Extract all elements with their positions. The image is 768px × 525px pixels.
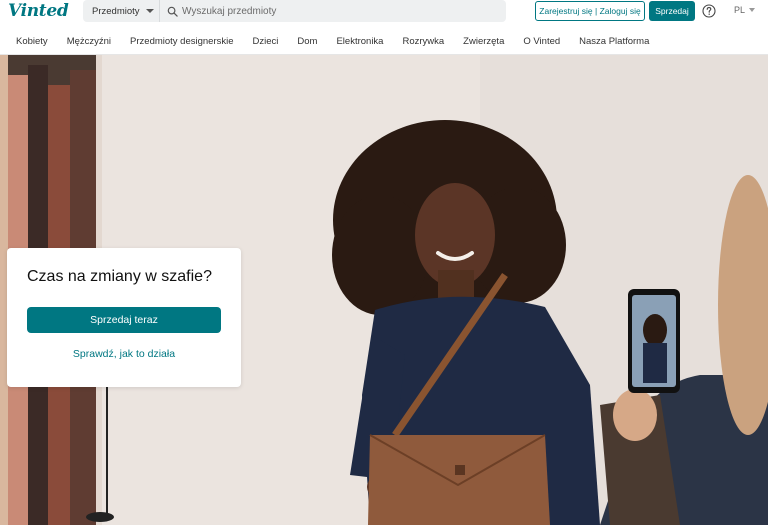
nav-items: Kobiety Mężczyźni Przedmioty designerski… [16, 27, 668, 55]
search-icon [167, 6, 178, 17]
how-it-works-link[interactable]: Sprawdź, jak to działa [27, 348, 221, 360]
nav-item-mezczyzni[interactable]: Mężczyźni [67, 36, 111, 47]
hero-card: Czas na zmiany w szafie? Sprzedaj teraz … [7, 248, 241, 387]
hero-banner: Czas na zmiany w szafie? Sprzedaj teraz … [0, 55, 768, 525]
category-select-label: Przedmioty [92, 5, 140, 17]
help-icon[interactable] [702, 4, 716, 18]
language-select[interactable]: PL [734, 5, 756, 15]
category-nav: Kobiety Mężczyźni Przedmioty designerski… [0, 27, 768, 55]
nav-item-kobiety[interactable]: Kobiety [16, 36, 48, 47]
nav-item-dzieci[interactable]: Dzieci [253, 36, 279, 47]
chevron-down-icon [749, 8, 756, 12]
search-bar: Przedmioty [83, 0, 506, 22]
language-label: PL [734, 5, 746, 15]
nav-item-zwierzeta[interactable]: Zwierzęta [463, 36, 504, 47]
nav-item-rozrywka[interactable]: Rozrywka [402, 36, 444, 47]
chevron-down-icon [145, 9, 154, 13]
top-header: Vinted Przedmioty Zarejestruj się | Zalo… [0, 0, 768, 27]
signup-login-button[interactable]: Zarejestruj się | Zaloguj się [535, 1, 645, 21]
vinted-logo[interactable]: Vinted [8, 0, 69, 22]
nav-item-nasza-platforma[interactable]: Nasza Platforma [579, 36, 649, 47]
sell-button[interactable]: Sprzedaj [649, 1, 695, 21]
nav-item-designer[interactable]: Przedmioty designerskie [130, 36, 234, 47]
sell-now-button[interactable]: Sprzedaj teraz [27, 307, 221, 333]
category-select[interactable]: Przedmioty [83, 0, 160, 22]
nav-item-o-vinted[interactable]: O Vinted [523, 36, 560, 47]
search-field-wrap [161, 0, 506, 22]
hero-card-title: Czas na zmiany w szafie? [27, 268, 212, 285]
nav-item-elektronika[interactable]: Elektronika [336, 36, 383, 47]
search-input[interactable] [182, 5, 482, 17]
nav-item-dom[interactable]: Dom [297, 36, 317, 47]
